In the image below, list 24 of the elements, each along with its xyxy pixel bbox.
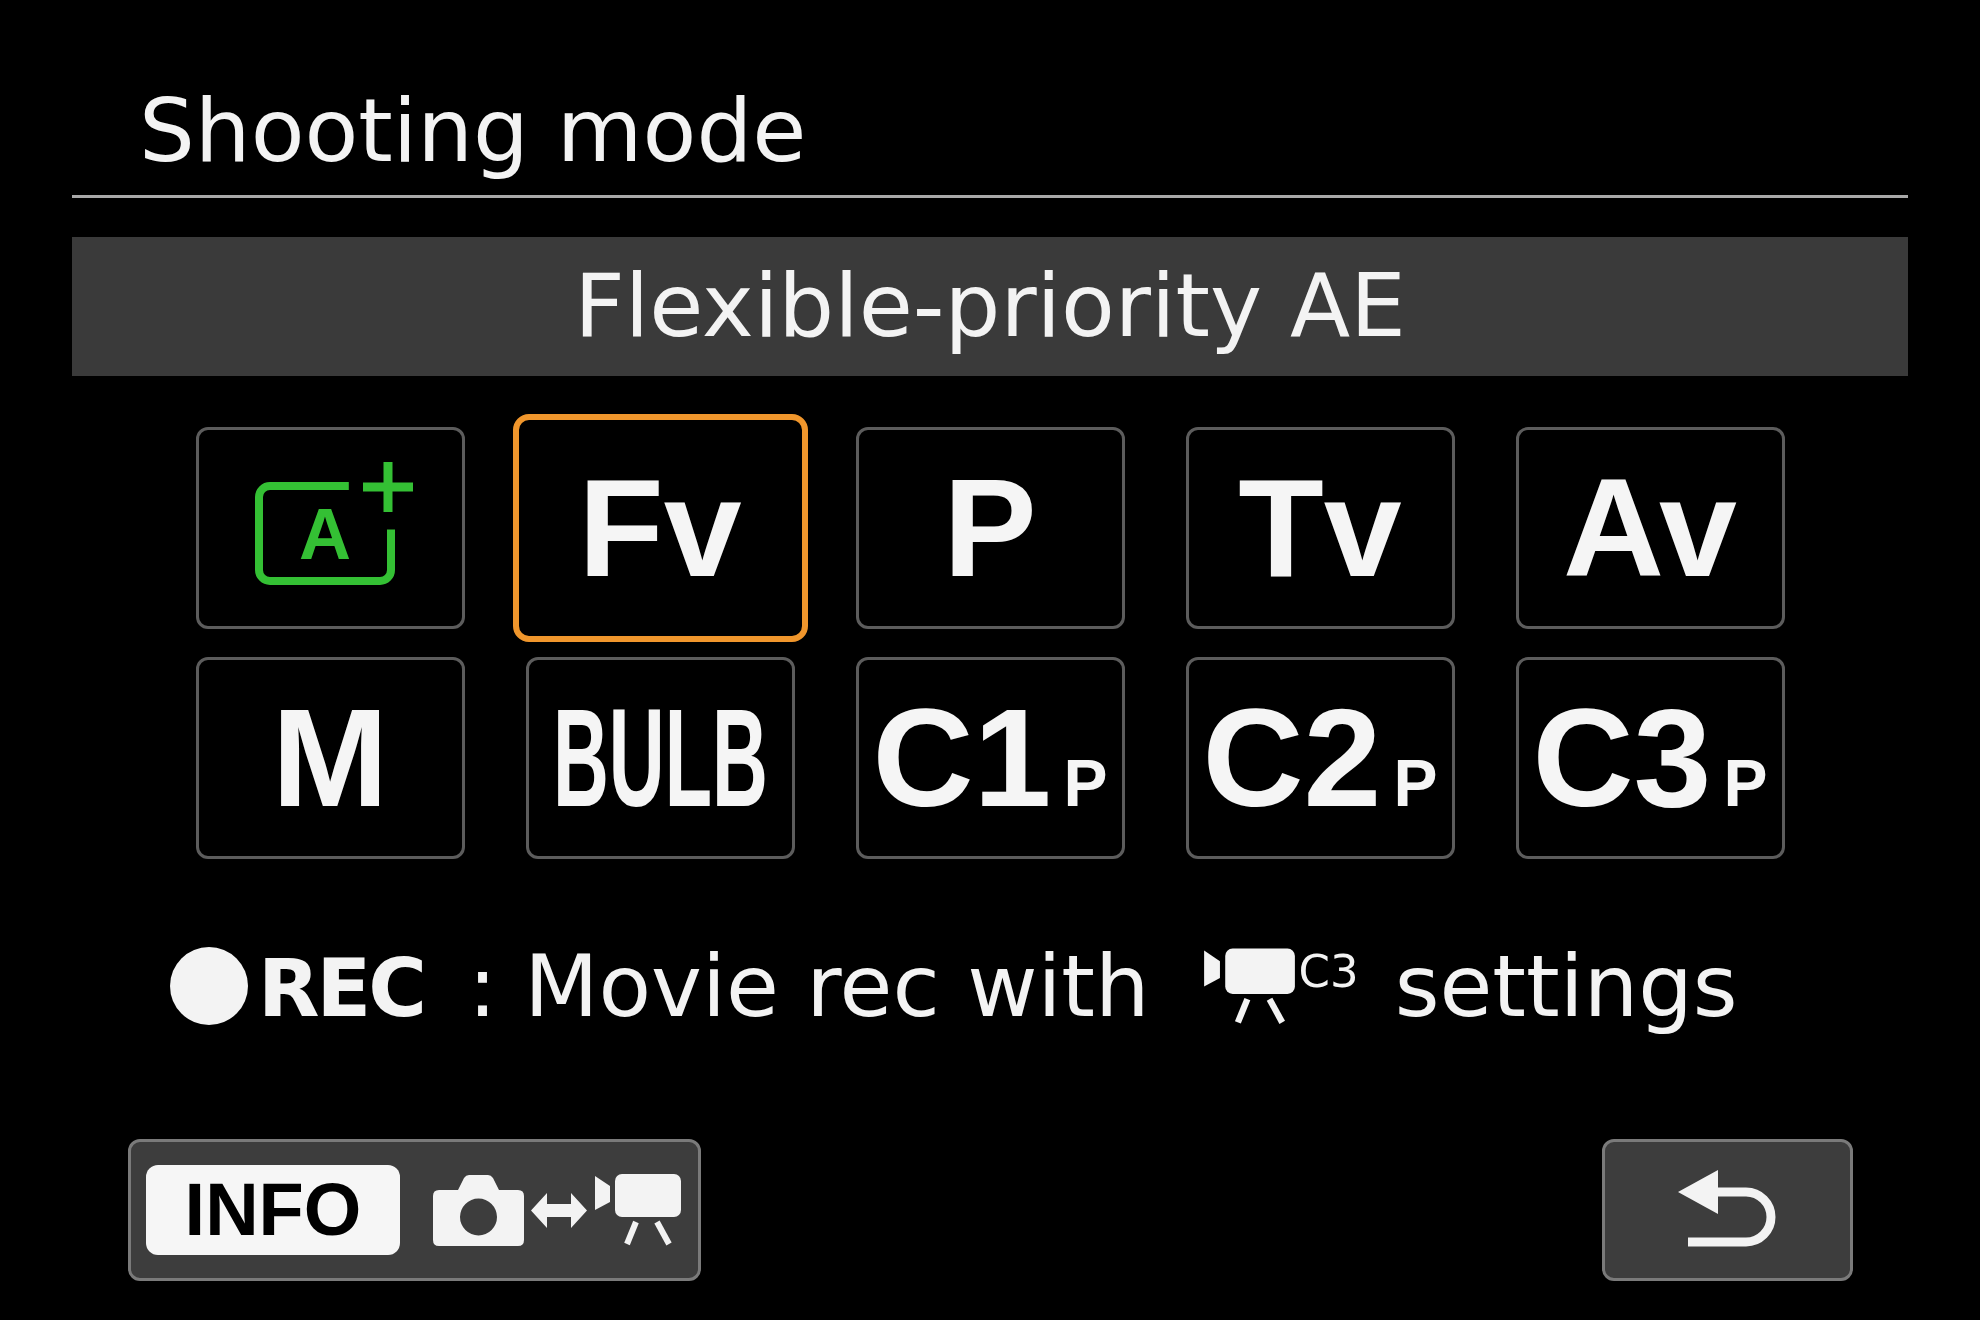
mode-button[interactable]: C2 P <box>1185 656 1455 859</box>
plus-icon <box>363 462 413 513</box>
rec-label: REC <box>258 940 424 1037</box>
mode-button[interactable]: P <box>855 426 1125 629</box>
mode-button[interactable]: Tv <box>1185 426 1455 629</box>
swap-arrow-icon <box>531 1192 587 1228</box>
mode-button[interactable]: C1 P <box>855 656 1125 859</box>
mode-name-text: Flexible-priority AE <box>574 253 1406 359</box>
mode-button[interactable]: BULB <box>525 656 795 859</box>
mode-superscript: C3 <box>1298 944 1359 999</box>
camera-icon <box>433 1174 524 1246</box>
movie-camera-icon <box>1201 947 1297 1025</box>
info-button[interactable]: INFO <box>128 1139 701 1281</box>
back-button[interactable] <box>1602 1139 1853 1281</box>
mode-button[interactable]: M <box>195 656 465 859</box>
mode-button[interactable]: Fv <box>512 413 808 642</box>
mode-button[interactable]: Av <box>1515 426 1785 629</box>
note-text: settings <box>1394 934 1738 1038</box>
movie-camera-icon <box>593 1174 683 1246</box>
mode-button[interactable]: A <box>195 426 465 629</box>
note-text: : Movie rec with <box>467 934 1150 1038</box>
mode-button[interactable]: C3 P <box>1515 656 1785 859</box>
info-key-label: INFO <box>146 1165 400 1255</box>
screen-title: Shooting mode <box>139 78 807 184</box>
